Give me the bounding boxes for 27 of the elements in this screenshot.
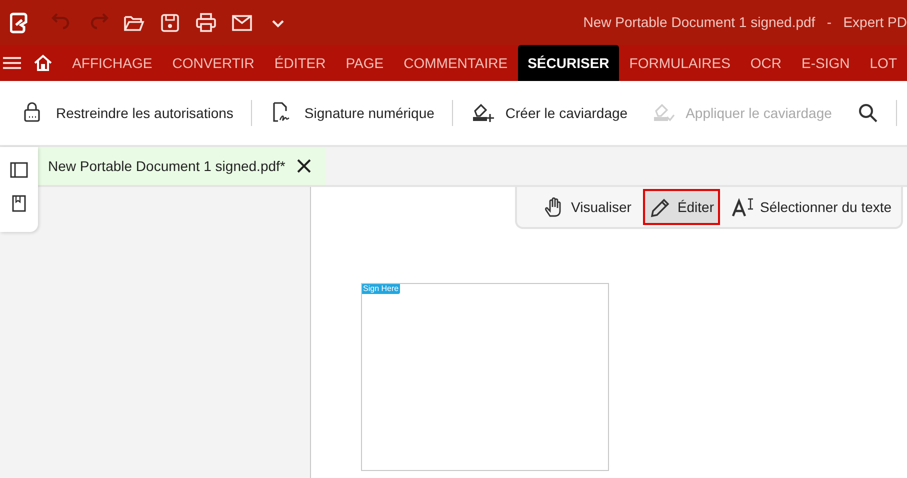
sidebar-toggle-icon[interactable] [10,162,28,178]
window-title: New Portable Document 1 signed.pdf - Expert PD [583,13,907,32]
text-cursor-icon [732,196,754,218]
app-logo-icon [10,12,28,34]
document-tab[interactable]: New Portable Document 1 signed.pdf* [38,147,326,185]
ribbon-tab[interactable]: CONVERTIR [162,45,264,81]
ribbon-tab[interactable]: E-SIGN [792,45,860,81]
document-tab-title: New Portable Document 1 signed.pdf* [48,156,286,176]
ribbon-tab[interactable]: LOT [860,45,907,81]
ribbon-tab[interactable]: AFFICHAGE [62,45,162,81]
ribbon-tab[interactable]: SÉCURISER [518,45,620,81]
toolbar-button[interactable]: Créer le caviardage [469,93,630,133]
toolbar-button[interactable]: Signature numérique [268,93,436,133]
ribbon-tab[interactable]: ÉDITER [264,45,336,81]
ribbon-tab[interactable]: PAGE [336,45,394,81]
eraser-plus-icon [471,101,496,125]
close-icon[interactable] [297,159,312,173]
bookmark-icon[interactable] [12,195,26,212]
ribbon-tab[interactable]: FORMULAIRES [619,45,740,81]
mode-button[interactable]: Visualiser [537,189,638,225]
toolbar-button[interactable]: Restreindre les autorisations [20,93,236,133]
sign-here-label: Sign Here [362,284,400,294]
ribbon-tab[interactable]: COMMENTAIRE [394,45,518,81]
ribbon-tab[interactable]: OCR [740,45,792,81]
pencil-icon [649,196,672,218]
mode-button[interactable]: Sélectionner du texte [726,189,898,225]
mode-button[interactable]: Éditer [643,189,720,225]
